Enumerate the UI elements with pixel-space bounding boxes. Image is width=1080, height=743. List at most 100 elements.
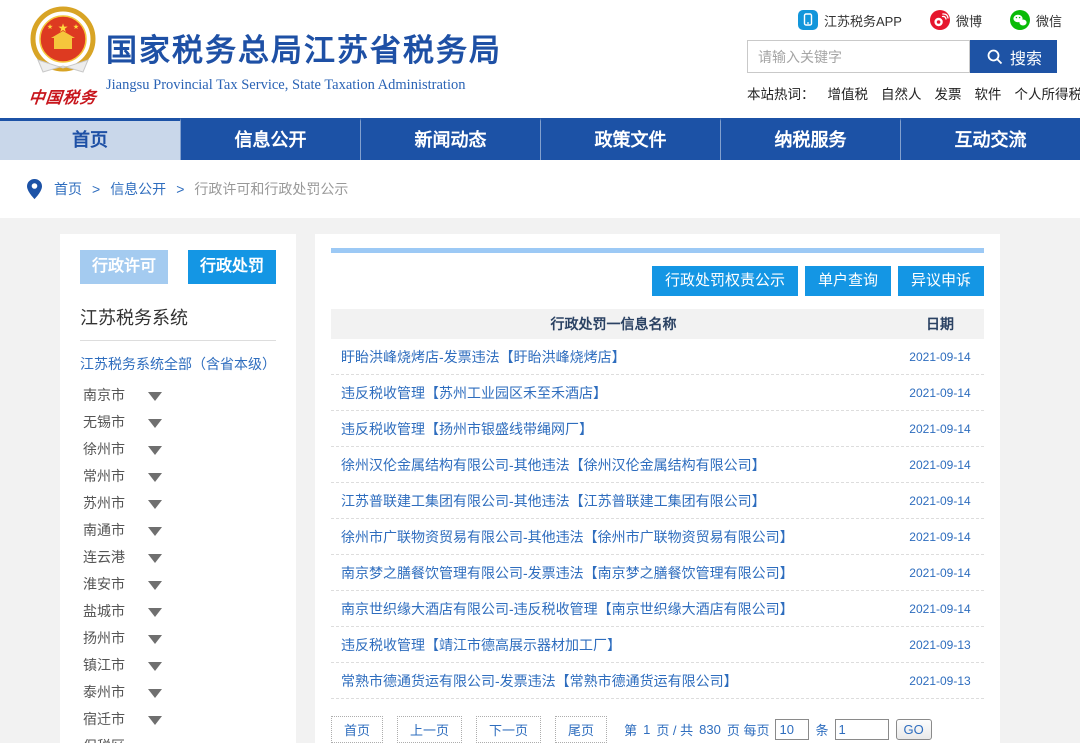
pager-label-before-page: 第 (624, 720, 637, 739)
current-page-number: 1 (643, 722, 650, 737)
row-title-link[interactable]: 徐州市广联物资贸易有限公司-其他违法【徐州市广联物资贸易有限公司】 (331, 527, 896, 547)
tab-administrative-license[interactable]: 行政许可 (80, 250, 168, 284)
row-date: 2021-09-13 (896, 638, 984, 652)
table-row: 盱眙洪峰烧烤店-发票违法【盱眙洪峰烧烤店】2021-09-14 (331, 339, 984, 375)
search-input[interactable] (747, 40, 970, 73)
nav-item-policy[interactable]: 政策文件 (540, 118, 720, 160)
nav-item-home[interactable]: 首页 (0, 118, 180, 160)
chevron-down-icon (148, 446, 162, 455)
wechat-icon (1010, 10, 1030, 30)
first-page-button[interactable]: 首页 (331, 716, 383, 743)
nav-item-tax-service[interactable]: 纳税服务 (720, 118, 900, 160)
breadcrumb-home[interactable]: 首页 (54, 179, 82, 199)
row-title-link[interactable]: 南京世织缘大酒店有限公司-违反税收管理【南京世织缘大酒店有限公司】 (331, 599, 896, 619)
row-title-link[interactable]: 违反税收管理【苏州工业园区禾至禾酒店】 (331, 383, 896, 403)
wechat-link[interactable]: 微信 (1010, 10, 1062, 30)
pagination: 首页 上一页 下一页 尾页 第 1 页 / 共 830 页 每页 条 GO (331, 716, 984, 743)
city-label: 常州市 (83, 468, 125, 484)
city-item-nantong[interactable]: 南通市 (60, 517, 296, 544)
nav-item-interaction[interactable]: 互动交流 (900, 118, 1080, 160)
search-button[interactable]: 搜索 (970, 40, 1057, 73)
row-date: 2021-09-14 (896, 350, 984, 364)
hotwords-label: 本站热词： (747, 83, 815, 103)
breadcrumb-info-disclosure[interactable]: 信息公开 (110, 179, 166, 199)
row-date: 2021-09-14 (896, 494, 984, 508)
row-title-link[interactable]: 违反税收管理【靖江市德高展示器材加工厂】 (331, 635, 896, 655)
row-title-link[interactable]: 违反税收管理【扬州市银盛线带绳网厂】 (331, 419, 896, 439)
city-item-changzhou[interactable]: 常州市 (60, 463, 296, 490)
weibo-icon (930, 10, 950, 30)
hotword-link[interactable]: 发票 (935, 83, 962, 103)
location-pin-icon (24, 179, 44, 199)
nav-item-info-disclosure[interactable]: 信息公开 (180, 118, 360, 160)
city-item-yancheng[interactable]: 盐城市 (60, 598, 296, 625)
city-label: 保税区 (83, 738, 125, 743)
city-label: 南通市 (83, 522, 125, 538)
site-subtitle: Jiangsu Provincial Tax Service, State Ta… (106, 77, 502, 94)
chevron-down-icon (148, 500, 162, 509)
city-item-suzhou[interactable]: 苏州市 (60, 490, 296, 517)
nav-item-news[interactable]: 新闻动态 (360, 118, 540, 160)
social-links: 江苏税务APP 微博 微信 (798, 10, 1062, 30)
main-nav: 首页 信息公开 新闻动态 政策文件 纳税服务 互动交流 (0, 118, 1080, 160)
city-item-taizhou[interactable]: 泰州市 (60, 679, 296, 706)
row-title-link[interactable]: 徐州汉伦金属结构有限公司-其他违法【徐州汉伦金属结构有限公司】 (331, 455, 896, 475)
row-title-link[interactable]: 江苏普联建工集团有限公司-其他违法【江苏普联建工集团有限公司】 (331, 491, 896, 511)
objection-appeal-button[interactable]: 异议申诉 (898, 266, 984, 296)
city-label: 泰州市 (83, 684, 125, 700)
column-header-name: 行政处罚一信息名称 (331, 309, 896, 339)
hotword-link[interactable]: 个人所得税 (1015, 83, 1080, 103)
hotword-link[interactable]: 自然人 (881, 83, 922, 103)
single-household-query-button[interactable]: 单户查询 (805, 266, 891, 296)
city-item-nanjing[interactable]: 南京市 (60, 382, 296, 409)
row-date: 2021-09-14 (896, 566, 984, 580)
prev-page-button[interactable]: 上一页 (397, 716, 462, 743)
sidebar-heading: 江苏税务系统 (80, 304, 276, 341)
city-item-xuzhou[interactable]: 徐州市 (60, 436, 296, 463)
city-item-baoshuiqu[interactable]: 保税区 (60, 733, 296, 743)
tab-administrative-penalty[interactable]: 行政处罚 (188, 250, 276, 284)
next-page-button[interactable]: 下一页 (476, 716, 541, 743)
table-row: 江苏普联建工集团有限公司-其他违法【江苏普联建工集团有限公司】2021-09-1… (331, 483, 984, 519)
row-title-link[interactable]: 常熟市德通货运有限公司-发票违法【常熟市德通货运有限公司】 (331, 671, 896, 691)
hotword-link[interactable]: 增值税 (828, 83, 869, 103)
row-title-link[interactable]: 盱眙洪峰烧烤店-发票违法【盱眙洪峰烧烤店】 (331, 347, 896, 367)
goto-page-input[interactable] (835, 719, 889, 740)
penalty-duty-disclosure-button[interactable]: 行政处罚权责公示 (652, 266, 798, 296)
city-item-zhenjiang[interactable]: 镇江市 (60, 652, 296, 679)
app-link[interactable]: 江苏税务APP (798, 10, 902, 30)
row-title-link[interactable]: 南京梦之膳餐饮管理有限公司-发票违法【南京梦之膳餐饮管理有限公司】 (331, 563, 896, 583)
last-page-button[interactable]: 尾页 (555, 716, 607, 743)
hotword-link[interactable]: 软件 (975, 83, 1002, 103)
weibo-link-label: 微博 (956, 11, 982, 30)
hotwords-bar: 本站热词： 增值税 自然人 发票 软件 个人所得税 开 (747, 83, 1057, 103)
svg-text:★: ★ (73, 23, 79, 31)
main-content: 行政处罚权责公示 单户查询 异议申诉 行政处罚一信息名称 日期 盱眙洪峰烧烤店-… (315, 234, 1000, 743)
row-date: 2021-09-14 (896, 386, 984, 400)
site-header: ★ ★ ★ 中国税务 国家税务总局江苏省税务局 Jiangsu Provinci… (0, 0, 1080, 118)
chevron-down-icon (148, 527, 162, 536)
table-row: 违反税收管理【靖江市德高展示器材加工厂】2021-09-13 (331, 627, 984, 663)
city-label: 无锡市 (83, 414, 125, 430)
city-item-yangzhou[interactable]: 扬州市 (60, 625, 296, 652)
city-item-suqian[interactable]: 宿迁市 (60, 706, 296, 733)
go-button[interactable]: GO (896, 719, 932, 740)
chevron-down-icon (148, 419, 162, 428)
penalty-table: 行政处罚一信息名称 日期 盱眙洪峰烧烤店-发票违法【盱眙洪峰烧烤店】2021-0… (331, 309, 984, 699)
site-title: 国家税务总局江苏省税务局 (106, 25, 502, 70)
per-page-input[interactable] (775, 719, 809, 740)
city-label: 镇江市 (83, 657, 125, 673)
chevron-down-icon (148, 554, 162, 563)
logo-calligraphy-text: 中国税务 (23, 84, 104, 108)
breadcrumb-current: 行政许可和行政处罚公示 (194, 179, 348, 199)
chevron-down-icon (148, 608, 162, 617)
city-item-huaian[interactable]: 淮安市 (60, 571, 296, 598)
pager-label-after-total: 页 每页 (727, 720, 770, 739)
sidebar-all-link[interactable]: 江苏税务系统全部（含省本级） (80, 354, 276, 374)
wechat-link-label: 微信 (1036, 11, 1062, 30)
column-header-date: 日期 (896, 309, 984, 339)
city-item-wuxi[interactable]: 无锡市 (60, 409, 296, 436)
city-item-lianyungang[interactable]: 连云港 (60, 544, 296, 571)
site-search: 搜索 (747, 40, 1057, 73)
weibo-link[interactable]: 微博 (930, 10, 982, 30)
